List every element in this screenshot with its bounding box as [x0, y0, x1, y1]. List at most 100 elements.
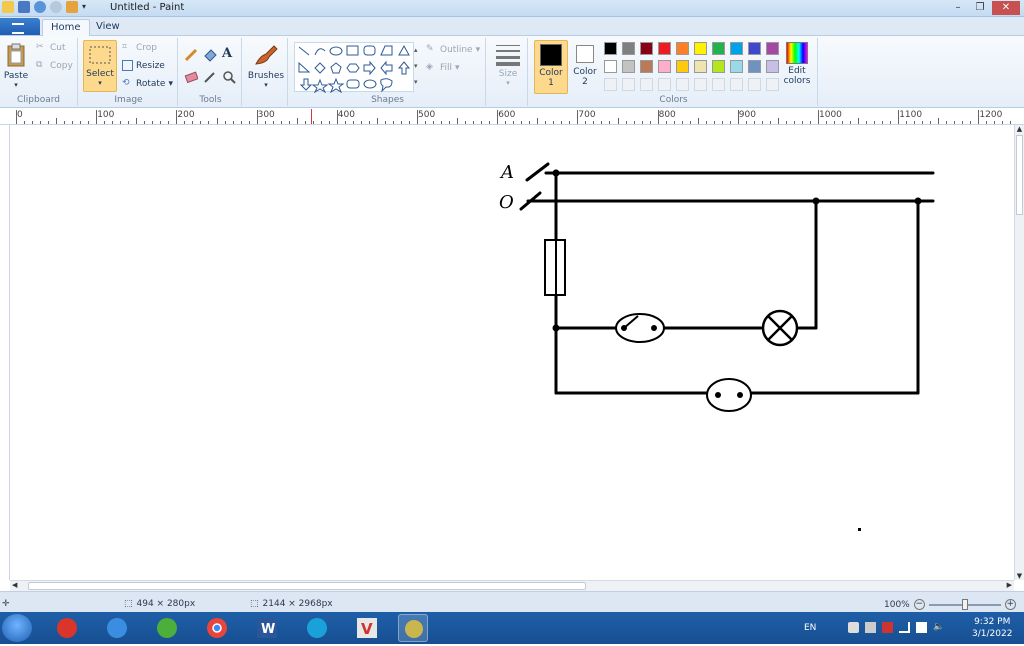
scroll-down-icon[interactable]: ▼: [1015, 572, 1024, 580]
taskbar-paint-icon[interactable]: [398, 614, 428, 642]
color-swatch[interactable]: [604, 42, 617, 55]
color-swatch[interactable]: [766, 42, 779, 55]
custom-color-slot[interactable]: [658, 78, 671, 91]
color-swatch[interactable]: [712, 42, 725, 55]
rotate-button[interactable]: ⟲ Rotate ▾: [122, 78, 173, 89]
tray-volume-icon[interactable]: 🔈: [933, 622, 944, 633]
custom-color-slot[interactable]: [730, 78, 743, 91]
color-picker-icon[interactable]: [203, 70, 217, 84]
taskbar-browser-icon[interactable]: [102, 614, 132, 642]
start-button[interactable]: [2, 614, 32, 642]
custom-color-slot[interactable]: [694, 78, 707, 91]
tab-home[interactable]: Home: [42, 19, 90, 36]
color-swatch[interactable]: [694, 60, 707, 73]
magnifier-icon[interactable]: [222, 70, 236, 84]
language-indicator[interactable]: EN: [804, 623, 816, 633]
color-swatch[interactable]: [694, 42, 707, 55]
eraser-icon[interactable]: [184, 70, 198, 84]
color-swatch[interactable]: [748, 60, 761, 73]
taskbar-coccoc-icon[interactable]: [152, 614, 182, 642]
custom-color-slot[interactable]: [676, 78, 689, 91]
resize-icon: [122, 60, 133, 71]
minimize-button[interactable]: –: [948, 1, 968, 15]
tab-view[interactable]: View: [88, 19, 128, 36]
undo-icon[interactable]: [34, 1, 46, 13]
color-swatch[interactable]: [748, 42, 761, 55]
custom-color-slot[interactable]: [604, 78, 617, 91]
outline-icon: ✎: [426, 44, 434, 54]
shapes-scroll[interactable]: ▴ ▾ ▾: [414, 42, 422, 92]
color-swatch[interactable]: [622, 42, 635, 55]
color-swatch[interactable]: [730, 42, 743, 55]
redo-icon[interactable]: [50, 1, 62, 13]
qat-dropdown-icon[interactable]: ▾: [82, 1, 90, 13]
shapes-gallery[interactable]: [294, 42, 414, 94]
clock[interactable]: 9:32 PM 3/1/2022: [972, 616, 1012, 640]
cut-button[interactable]: ✂ Cut: [36, 42, 66, 53]
custom-color-slot[interactable]: [748, 78, 761, 91]
zoom-slider[interactable]: [928, 598, 1001, 610]
custom-color-slot[interactable]: [622, 78, 635, 91]
custom-color-slot[interactable]: [766, 78, 779, 91]
brushes-button[interactable]: Brushes ▾: [247, 42, 285, 89]
maximize-button[interactable]: ❐: [970, 1, 990, 15]
scroll-left-icon[interactable]: ◀: [12, 581, 17, 589]
taskbar-v-app-icon[interactable]: V: [352, 614, 382, 642]
horizontal-scroll-thumb[interactable]: [28, 582, 586, 590]
crop-button[interactable]: ⌗ Crop: [122, 42, 157, 53]
color-swatch[interactable]: [766, 60, 779, 73]
ruler-tick: [809, 121, 811, 124]
color-swatch[interactable]: [730, 60, 743, 73]
fill-button[interactable]: ◈ Fill ▾: [426, 62, 460, 73]
size-button[interactable]: Size ▾: [492, 42, 524, 87]
outline-dropdown-icon: ▾: [475, 44, 481, 55]
color-swatch[interactable]: [676, 42, 689, 55]
vertical-scrollbar[interactable]: ▲ ▼: [1014, 125, 1024, 580]
close-button[interactable]: ✕: [992, 1, 1020, 15]
color-swatch[interactable]: [658, 42, 671, 55]
color-swatch[interactable]: [712, 60, 725, 73]
color-swatch[interactable]: [676, 60, 689, 73]
outline-button[interactable]: ✎ Outline ▾: [426, 44, 480, 55]
color-swatch[interactable]: [640, 42, 653, 55]
save-icon[interactable]: [18, 1, 30, 13]
select-button[interactable]: Select ▾: [83, 40, 117, 92]
color-swatch[interactable]: [640, 60, 653, 73]
horizontal-scrollbar[interactable]: ◀ ▶: [10, 580, 1014, 591]
tray-security-icon[interactable]: [848, 622, 859, 633]
scroll-right-icon[interactable]: ▶: [1007, 581, 1012, 589]
tray-action-center-icon[interactable]: [916, 622, 927, 633]
zoom-in-icon[interactable]: +: [1004, 599, 1016, 610]
drawing-canvas[interactable]: A O: [10, 125, 1014, 580]
pencil-icon[interactable]: [184, 48, 198, 62]
text-tool-icon[interactable]: A: [222, 46, 236, 61]
custom-color-slot[interactable]: [712, 78, 725, 91]
custom-color-slot[interactable]: [640, 78, 653, 91]
file-menu-button[interactable]: [0, 18, 40, 35]
tray-printer-icon[interactable]: [865, 622, 876, 633]
paste-button[interactable]: Paste ▾: [2, 42, 30, 89]
customize-icon[interactable]: [66, 1, 78, 13]
taskbar-word-icon[interactable]: W: [252, 614, 282, 642]
tray-acrobat-icon[interactable]: [882, 622, 893, 633]
edit-colors-button[interactable]: Edit colors: [780, 42, 814, 86]
copy-button[interactable]: ⧉ Copy: [36, 60, 73, 71]
fill-bucket-icon[interactable]: [203, 48, 217, 62]
zoom-slider-thumb[interactable]: [961, 598, 968, 610]
taskbar-edge-icon[interactable]: [302, 614, 332, 642]
color-swatch[interactable]: [658, 60, 671, 73]
taskbar-chrome-icon[interactable]: [202, 614, 232, 642]
tray-signal-icon[interactable]: [899, 622, 910, 633]
color2-button[interactable]: Color 2: [570, 40, 600, 94]
scroll-up-icon[interactable]: ▲: [1015, 125, 1024, 133]
color1-button[interactable]: Color 1: [534, 40, 568, 94]
zoom-out-icon[interactable]: −: [913, 599, 925, 610]
color-swatch[interactable]: [622, 60, 635, 73]
color-swatch[interactable]: [604, 60, 617, 73]
tools-group: A Tools: [180, 38, 242, 106]
resize-button[interactable]: Resize: [122, 60, 165, 71]
paint-app-icon[interactable]: [2, 1, 14, 13]
vertical-scroll-thumb[interactable]: [1016, 135, 1023, 215]
ruler-tick: [914, 121, 916, 124]
taskbar-ccleaner-icon[interactable]: [52, 614, 82, 642]
